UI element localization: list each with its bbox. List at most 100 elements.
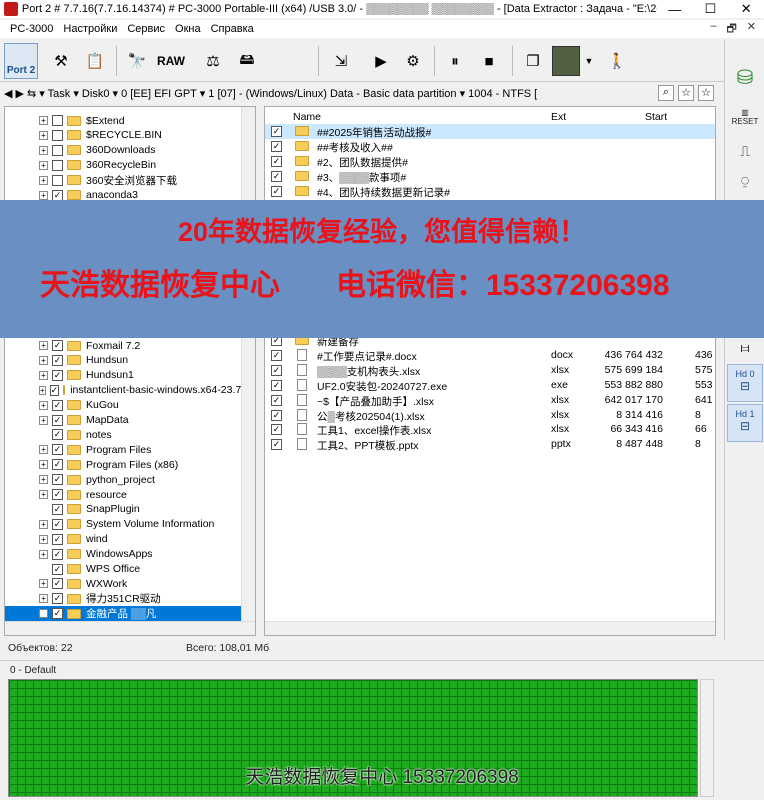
copy-icon[interactable]: ❐ <box>518 46 548 76</box>
expand-icon[interactable]: + <box>39 415 48 425</box>
play-icon[interactable]: ▶ <box>366 46 396 76</box>
checkbox[interactable]: ✓ <box>52 593 63 605</box>
star-icon[interactable]: ☆ <box>698 85 714 101</box>
checkbox[interactable]: ✓ <box>271 170 282 182</box>
checkbox[interactable]: ✓ <box>52 399 63 411</box>
power-icon[interactable]: ⎍ <box>729 136 761 166</box>
checkbox[interactable]: ✓ <box>271 185 282 197</box>
menu-service[interactable]: Сервис <box>127 23 165 35</box>
file-row[interactable]: ✓ ##2025年销售活动战报# <box>265 124 715 139</box>
file-row[interactable]: ✓ 公▒考核202504(1).xlsx xlsx 8 314 416 8 <box>265 408 715 423</box>
checkbox[interactable]: ✓ <box>52 608 63 620</box>
reset-button[interactable]: ▥ RESET <box>729 102 761 132</box>
path-text[interactable]: ◀ ▶ ⇆ ▾ Task ▾ Disk0 ▾ 0 [EE] EFI GPT ▾ … <box>4 87 537 100</box>
expand-icon[interactable]: + <box>39 116 48 125</box>
checkbox[interactable]: ✓ <box>52 489 63 500</box>
column-ext[interactable]: Ext <box>551 111 566 123</box>
checkbox[interactable]: ✓ <box>52 369 63 381</box>
checkbox[interactable]: ✓ <box>271 349 282 361</box>
tree-row[interactable]: + ✓ 金融产品 ▒▒凡 <box>5 606 243 622</box>
tree-row[interactable]: +360安全浏览器下载 <box>5 173 243 188</box>
expand-icon[interactable]: + <box>39 341 48 350</box>
raw-button[interactable]: RAW <box>154 46 188 76</box>
tree-row[interactable]: +360Downloads <box>5 143 243 158</box>
file-row[interactable]: ✓ #4、团队持续数据更新记录# <box>265 184 715 199</box>
expand-icon[interactable]: + <box>39 460 48 470</box>
file-horizontal-scrollbar[interactable] <box>265 621 715 635</box>
tree-row[interactable]: + ✓ python_project <box>5 472 243 487</box>
tree-vertical-scrollbar[interactable] <box>241 107 255 635</box>
file-row[interactable]: ✓ 工具2、PPT模板.pptx pptx 8 487 448 8 <box>265 437 715 452</box>
expand-icon[interactable]: + <box>39 490 48 499</box>
expand-icon[interactable]: + <box>39 609 48 619</box>
expand-icon[interactable]: + <box>39 534 48 544</box>
expand-icon[interactable]: + <box>39 475 48 485</box>
expand-icon[interactable]: + <box>39 400 48 410</box>
checkbox[interactable]: ✓ <box>52 578 63 590</box>
tools-icon[interactable]: ⚒ <box>46 46 76 76</box>
checkbox[interactable]: ✓ <box>271 126 282 137</box>
checkbox[interactable]: ✓ <box>52 548 63 560</box>
expand-icon[interactable]: + <box>39 130 48 140</box>
expand-icon[interactable]: + <box>39 370 48 380</box>
checkbox[interactable] <box>52 174 63 186</box>
column-name[interactable]: Name <box>293 111 321 123</box>
expand-icon[interactable]: + <box>39 145 48 155</box>
checkbox[interactable]: ✓ <box>271 394 282 406</box>
menu-app[interactable]: PC-3000 <box>10 23 53 35</box>
checkbox[interactable]: ✓ <box>52 503 63 515</box>
tree-row[interactable]: + ✓ System Volume Information <box>5 517 243 532</box>
clipboard-icon[interactable]: 📋 <box>80 46 110 76</box>
checkbox[interactable]: ✓ <box>52 340 63 351</box>
checkbox[interactable] <box>52 159 63 171</box>
tree-row[interactable]: + ✓ Program Files <box>5 442 243 457</box>
file-row[interactable]: ✓ #2、团队数据提供# <box>265 154 715 169</box>
database-icon[interactable]: ⛁ <box>729 62 761 92</box>
file-row[interactable]: ✓ ##考核及收入## <box>265 139 715 154</box>
menu-settings[interactable]: Настройки <box>63 23 117 35</box>
disk-icon[interactable]: 🖴 <box>232 46 262 76</box>
checkbox[interactable]: ✓ <box>52 563 63 575</box>
tree-row[interactable]: + $Extend <box>5 113 243 128</box>
export-icon[interactable]: ⇲ <box>326 46 356 76</box>
tree-row[interactable]: + ✓ WXWork <box>5 576 243 591</box>
tree-row[interactable]: + ✓ instantclient-basic-windows.x64-23.7.0 <box>5 383 250 398</box>
stop-icon[interactable]: ■ <box>474 46 504 76</box>
expand-icon[interactable]: + <box>39 175 48 185</box>
pause-icon[interactable]: ⏸ <box>440 46 470 76</box>
tree-row[interactable]: + ✓ WindowsApps <box>5 547 243 562</box>
hd0-button[interactable]: Hd 0 ⊟ <box>727 364 763 402</box>
expand-icon[interactable]: + <box>39 519 48 529</box>
checkbox[interactable]: ✓ <box>52 354 63 366</box>
checkbox[interactable]: ✓ <box>52 444 63 456</box>
checkbox[interactable]: ✓ <box>271 379 282 391</box>
child-restore-button[interactable]: 🗗 <box>726 20 736 39</box>
checkbox[interactable]: ✓ <box>52 533 63 545</box>
column-start[interactable]: Start <box>645 111 667 123</box>
child-close-button[interactable]: ✕ <box>747 20 756 39</box>
chevron-down-icon[interactable]: ▼ <box>582 46 596 76</box>
file-row[interactable]: ✓ ▒▒▒▒支机构表头.xlsx xlsx 575 699 184 575 <box>265 363 715 378</box>
tree-row[interactable]: + ✓ resource <box>5 487 243 502</box>
exit-icon[interactable]: 🚶 <box>602 46 632 76</box>
tree-row[interactable]: + $RECYCLE.BIN <box>5 128 243 143</box>
menu-windows[interactable]: Окна <box>175 23 201 35</box>
search-icon[interactable]: ⌕ <box>658 85 674 101</box>
close-button[interactable]: ✕ <box>728 1 764 17</box>
checkbox[interactable]: ✓ <box>49 384 60 396</box>
tree-row[interactable]: + ✓ wind <box>5 532 243 547</box>
menu-help[interactable]: Справка <box>211 23 254 35</box>
checkbox[interactable] <box>52 144 63 156</box>
expand-icon[interactable]: + <box>39 190 48 200</box>
file-row[interactable]: ✓ ~$【产品叠加助手】.xlsx xlsx 642 017 170 641 <box>265 393 715 408</box>
expand-icon[interactable]: + <box>39 445 48 455</box>
tree-row[interactable]: + ✓ Hundsun <box>5 353 243 368</box>
expand-icon[interactable]: + <box>39 355 48 365</box>
tree-row[interactable]: + ✓ KuGou <box>5 398 243 413</box>
file-row[interactable]: ✓ UF2.0安装包-20240727.exe exe 553 882 880 553 <box>265 378 715 393</box>
voltage-icon[interactable]: ⍜ <box>729 166 761 196</box>
checkbox[interactable]: ✓ <box>271 155 282 167</box>
expand-icon[interactable]: + <box>39 579 48 589</box>
file-list[interactable]: Name Ext Start ✓ ##2025年销售活动战报# ✓ ##考核及收入##… <box>264 106 716 636</box>
path-bar[interactable]: ◀ ▶ ⇆ ▾ Task ▾ Disk0 ▾ 0 [EE] EFI GPT ▾ … <box>0 84 718 102</box>
